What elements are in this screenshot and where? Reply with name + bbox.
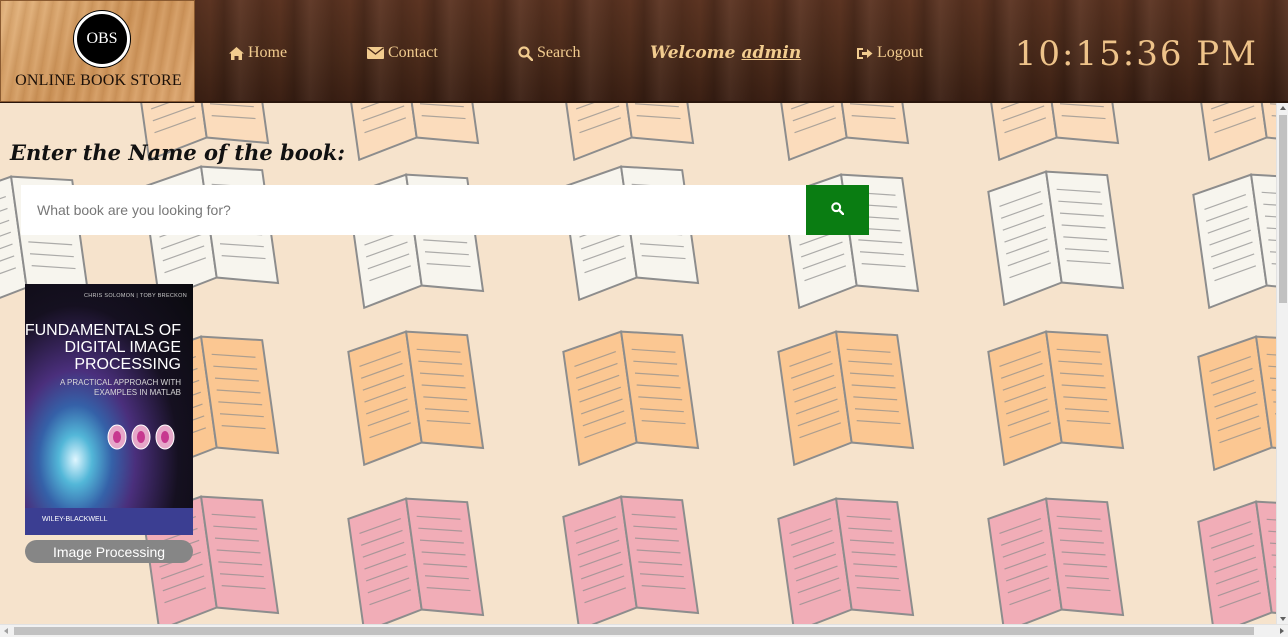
search-icon xyxy=(518,45,533,61)
cover-brain-scan-graphic xyxy=(105,422,185,457)
book-caption-button[interactable]: Image Processing xyxy=(25,540,193,563)
clock-display: 10:15:36 PM xyxy=(1014,34,1258,74)
welcome-message: Welcome admin xyxy=(650,43,801,63)
nav-logout-link[interactable]: Logout xyxy=(857,44,923,62)
logo-text: ONLINE BOOK STORE xyxy=(15,72,182,89)
top-navbar: OBS ONLINE BOOK STORE Home Contact Searc… xyxy=(0,0,1288,103)
vertical-scrollbar-thumb[interactable] xyxy=(1279,115,1287,303)
welcome-username-link[interactable]: admin xyxy=(741,43,801,63)
nav-home-label: Home xyxy=(248,44,288,61)
nav-home-link[interactable]: Home xyxy=(229,44,287,62)
cover-title: FUNDAMENTALS OF DIGITAL IMAGE PROCESSING xyxy=(25,322,181,373)
search-icon xyxy=(831,202,845,218)
search-input[interactable] xyxy=(21,185,806,235)
cover-authors: CHRIS SOLOMON | TOBY BRECKON xyxy=(83,293,187,299)
welcome-prefix: Welcome xyxy=(650,43,736,63)
horizontal-scrollbar-thumb[interactable] xyxy=(14,627,1254,635)
envelope-icon xyxy=(367,47,384,59)
cover-publisher: WILEY-BLACKWELL xyxy=(25,508,193,535)
nav-contact-link[interactable]: Contact xyxy=(367,44,438,62)
horizontal-scrollbar[interactable] xyxy=(0,624,1288,637)
search-bar xyxy=(21,185,869,235)
scroll-left-arrow-icon[interactable] xyxy=(4,628,8,634)
nav-logout-label: Logout xyxy=(877,44,924,61)
scroll-up-arrow-icon[interactable] xyxy=(1280,106,1286,110)
scroll-right-arrow-icon[interactable] xyxy=(1280,628,1284,634)
book-card: CHRIS SOLOMON | TOBY BRECKON FUNDAMENTAL… xyxy=(25,284,193,563)
cover-subtitle: A PRACTICAL APPROACH WITH EXAMPLES IN MA… xyxy=(59,378,181,397)
scroll-down-arrow-icon[interactable] xyxy=(1280,617,1286,621)
logo-badge: OBS xyxy=(74,11,130,67)
search-button[interactable] xyxy=(806,185,869,235)
nav-search-label: Search xyxy=(537,44,581,61)
logout-icon xyxy=(857,47,873,60)
nav-contact-label: Contact xyxy=(388,44,438,61)
vertical-scrollbar[interactable] xyxy=(1276,103,1288,624)
site-logo[interactable]: OBS ONLINE BOOK STORE xyxy=(0,0,195,102)
book-cover-image[interactable]: CHRIS SOLOMON | TOBY BRECKON FUNDAMENTAL… xyxy=(25,284,193,535)
home-icon xyxy=(229,46,244,60)
search-heading: Enter the Name of the book: xyxy=(10,140,346,165)
nav-search-link[interactable]: Search xyxy=(518,44,581,62)
